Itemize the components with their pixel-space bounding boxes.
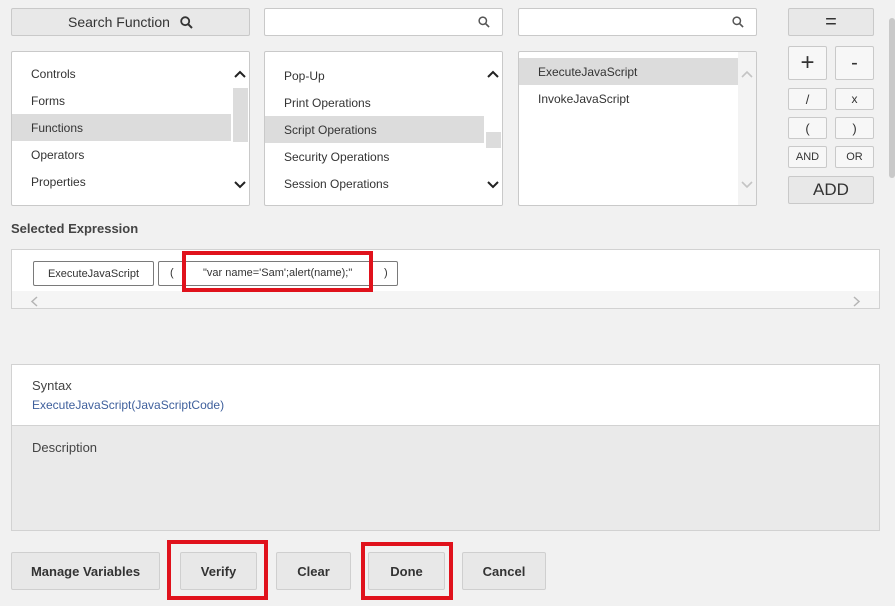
equals-label: = — [825, 10, 837, 33]
clear-button[interactable]: Clear — [276, 552, 351, 590]
list-item-label: Functions — [31, 120, 84, 135]
close-paren-label: ) — [852, 120, 857, 136]
list-item-label: Forms — [31, 93, 65, 108]
minus-button[interactable]: - — [835, 46, 874, 80]
scrollbar-thumb[interactable] — [233, 88, 248, 142]
divide-label: / — [805, 91, 810, 107]
search-function-label: Search Function — [68, 14, 170, 30]
argument-highlight — [182, 251, 373, 292]
clear-label: Clear — [297, 563, 330, 579]
or-label: OR — [846, 151, 863, 163]
cancel-label: Cancel — [482, 563, 526, 579]
syntax-section: Syntax ExecuteJavaScript(JavaScriptCode) — [12, 365, 879, 426]
cancel-button[interactable]: Cancel — [462, 552, 546, 590]
scrollbar-thumb[interactable] — [889, 18, 895, 178]
chevron-down-icon[interactable] — [233, 179, 247, 191]
chevron-right-icon[interactable] — [853, 294, 861, 312]
multiply-label: x — [851, 92, 858, 106]
chevron-up-icon[interactable] — [486, 68, 500, 80]
page-scrollbar[interactable] — [888, 0, 895, 606]
chevron-up-icon[interactable] — [233, 68, 247, 80]
subcategory-scrollbar[interactable] — [484, 52, 502, 205]
and-label: AND — [795, 151, 820, 163]
list-item-label: Properties — [31, 174, 86, 189]
plus-label: + — [800, 49, 815, 76]
list-item-label: Print Operations — [284, 95, 371, 110]
list-item[interactable]: Properties — [12, 168, 233, 195]
function-list: ExecuteJavaScript InvokeJavaScript — [518, 51, 757, 206]
expression-scrollbar[interactable] — [12, 291, 879, 308]
add-button[interactable]: ADD — [788, 176, 874, 204]
list-item[interactable]: Controls — [12, 60, 233, 87]
multiply-button[interactable]: x — [835, 88, 874, 110]
function-search-input[interactable] — [518, 8, 757, 36]
equals-button[interactable]: = — [788, 8, 874, 36]
list-item[interactable]: Security Operations — [265, 143, 486, 170]
list-item-label: Script Operations — [284, 122, 377, 137]
syntax-signature: ExecuteJavaScript(JavaScriptCode) — [32, 398, 225, 412]
chevron-down-icon[interactable] — [486, 179, 500, 191]
search-function-button[interactable]: Search Function — [11, 8, 250, 36]
and-button[interactable]: AND — [788, 146, 827, 168]
list-item[interactable]: Operators — [12, 141, 233, 168]
done-highlight — [361, 542, 453, 600]
list-item-label: Security Operations — [284, 149, 390, 164]
search-icon — [180, 15, 193, 29]
manage-variables-button[interactable]: Manage Variables — [11, 552, 160, 590]
list-item[interactable]: Script Operations — [265, 116, 486, 143]
syntax-heading: Syntax — [32, 378, 72, 393]
list-item[interactable]: ExecuteJavaScript — [519, 58, 740, 85]
list-item[interactable]: Pop-Up — [265, 62, 486, 89]
expression-function-token[interactable]: ExecuteJavaScript — [33, 261, 154, 286]
list-item-label: Pop-Up — [284, 68, 325, 83]
expression-open-paren: ( — [170, 267, 174, 279]
subcategory-list: Pop-Up Print Operations Script Operation… — [264, 51, 503, 206]
plus-button[interactable]: + — [788, 46, 827, 80]
search-icon[interactable] — [732, 15, 744, 33]
open-paren-label: ( — [805, 120, 810, 136]
category-list: Controls Forms Functions Operators Prope… — [11, 51, 250, 206]
function-scrollbar[interactable] — [738, 52, 756, 205]
expression-close-paren: ) — [384, 267, 388, 279]
list-item[interactable]: Functions — [12, 114, 233, 141]
scrollbar-thumb[interactable] — [486, 132, 501, 148]
list-item[interactable]: Session Operations — [265, 170, 486, 197]
close-paren-button[interactable]: ) — [835, 117, 874, 139]
divide-button[interactable]: / — [788, 88, 827, 110]
list-item[interactable]: InvokeJavaScript — [519, 85, 740, 112]
verify-highlight — [167, 540, 268, 600]
list-item-label: Controls — [31, 66, 76, 81]
search-icon[interactable] — [478, 15, 490, 33]
subcategory-search-input[interactable] — [264, 8, 503, 36]
minus-label: - — [851, 51, 858, 74]
list-item[interactable]: Forms — [12, 87, 233, 114]
list-item-label: Session Operations — [284, 176, 389, 191]
list-item-label: ExecuteJavaScript — [538, 64, 638, 79]
syntax-panel: Syntax ExecuteJavaScript(JavaScriptCode)… — [11, 364, 880, 531]
category-scrollbar[interactable] — [231, 52, 249, 205]
chevron-left-icon[interactable] — [30, 294, 38, 312]
expression-function-label: ExecuteJavaScript — [47, 267, 140, 280]
list-item[interactable]: Print Operations — [265, 89, 486, 116]
expression-box: ExecuteJavaScript ( "var name='Sam';aler… — [11, 249, 880, 309]
open-paren-button[interactable]: ( — [788, 117, 827, 139]
selected-expression-heading: Selected Expression — [11, 221, 139, 236]
description-heading: Description — [32, 440, 98, 455]
list-item-label: Operators — [31, 147, 85, 162]
add-label: ADD — [813, 180, 849, 199]
or-button[interactable]: OR — [835, 146, 874, 168]
chevron-down-icon[interactable] — [740, 179, 754, 191]
manage-variables-label: Manage Variables — [30, 563, 141, 579]
list-item-label: InvokeJavaScript — [538, 91, 630, 106]
chevron-up-icon[interactable] — [740, 68, 754, 80]
